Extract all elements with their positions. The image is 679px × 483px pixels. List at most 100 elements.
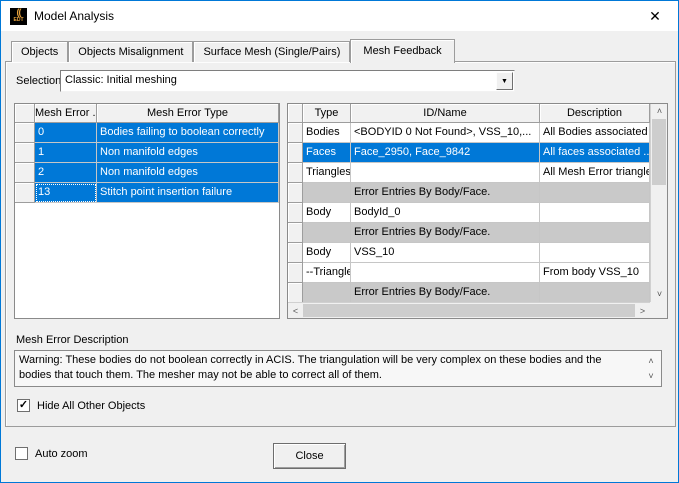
row-header-cell[interactable] <box>288 143 303 163</box>
row-header-cell[interactable] <box>288 243 303 263</box>
cell-mesh-error-number[interactable]: 1 <box>35 143 97 163</box>
horizontal-scrollbar[interactable]: ˂ ˃ <box>288 302 650 318</box>
cell-type[interactable]: Body <box>303 203 351 223</box>
row-header-cell[interactable] <box>288 203 303 223</box>
row-header-cell[interactable] <box>15 143 35 163</box>
cell-id-name[interactable]: Error Entries By Body/Face. <box>351 183 540 203</box>
cell-description[interactable]: All Bodies associated <box>540 123 650 143</box>
cell-mesh-error-type[interactable]: Stitch point insertion failure <box>97 183 279 203</box>
row-header-cell[interactable] <box>288 183 303 203</box>
cell-type[interactable]: Faces <box>303 143 351 163</box>
entity-row[interactable]: Bodies <BODYID 0 Not Found>, VSS_10,... … <box>288 123 650 143</box>
cell-id-name[interactable]: Error Entries By Body/Face. <box>351 223 540 243</box>
hide-all-other-objects-checkbox[interactable]: ✓ Hide All Other Objects <box>17 399 145 412</box>
tab-label: Mesh Feedback <box>363 45 442 57</box>
selection-combobox[interactable]: Classic: Initial meshing ▼ <box>60 70 515 92</box>
cell-id-name[interactable]: BodyId_0 <box>351 203 540 223</box>
tab-label: Objects Misalignment <box>78 46 184 58</box>
cell-description[interactable] <box>540 223 650 243</box>
auto-zoom-checkbox[interactable]: Auto zoom <box>15 447 88 460</box>
cell-id-name[interactable]: Face_2950, Face_9842 <box>351 143 540 163</box>
entity-row[interactable]: Faces Face_2950, Face_9842 All faces ass… <box>288 143 650 163</box>
chevron-down-icon: ▼ <box>501 77 508 85</box>
entity-rows: Bodies <BODYID 0 Not Found>, VSS_10,... … <box>288 123 650 302</box>
cell-description[interactable] <box>540 203 650 223</box>
cell-description[interactable]: From body VSS_10 <box>540 263 650 283</box>
cell-type[interactable]: --Triangles <box>303 263 351 283</box>
scroll-up-icon[interactable]: ˄ <box>643 354 659 368</box>
scroll-down-icon[interactable]: ˅ <box>643 369 659 383</box>
scroll-up-icon[interactable]: ˄ <box>651 104 667 119</box>
row-header-cell[interactable] <box>15 163 35 183</box>
mesh-error-row[interactable]: 2 Non manifold edges <box>15 163 279 183</box>
row-header-cell[interactable] <box>288 123 303 143</box>
entity-row[interactable]: Error Entries By Body/Face. <box>288 183 650 203</box>
column-header-description[interactable]: Description <box>540 104 650 123</box>
row-header-cell[interactable] <box>288 263 303 283</box>
cell-description[interactable] <box>540 283 650 302</box>
window-close-button[interactable]: ✕ <box>632 1 678 31</box>
horizontal-scroll-thumb[interactable] <box>303 304 635 317</box>
row-header-cell[interactable] <box>15 183 35 203</box>
column-header-id-name[interactable]: ID/Name <box>351 104 540 123</box>
row-header-cell[interactable] <box>288 223 303 243</box>
entity-row[interactable]: --Triangles From body VSS_10 <box>288 263 650 283</box>
corner-cell <box>288 104 303 123</box>
scroll-down-icon[interactable]: ˅ <box>651 287 667 302</box>
cell-type[interactable] <box>303 283 351 302</box>
cell-id-name[interactable]: VSS_10 <box>351 243 540 263</box>
tab[interactable]: Objects Misalignment <box>68 41 194 62</box>
checkbox-box[interactable]: ✓ <box>17 399 30 412</box>
close-button-label: Close <box>295 450 324 462</box>
entity-row[interactable]: Triangles All Mesh Error triangle. <box>288 163 650 183</box>
cell-mesh-error-number[interactable]: 0 <box>35 123 97 143</box>
cell-description[interactable] <box>540 183 650 203</box>
mesh-error-row[interactable]: 13 Stitch point insertion failure <box>15 183 279 203</box>
cell-type[interactable]: Body <box>303 243 351 263</box>
description-scrollbar[interactable]: ˄ ˅ <box>643 352 659 385</box>
row-header-cell[interactable] <box>15 123 35 143</box>
cell-id-name[interactable] <box>351 163 540 183</box>
entity-row[interactable]: Body BodyId_0 <box>288 203 650 223</box>
cell-type[interactable] <box>303 183 351 203</box>
cell-type[interactable] <box>303 223 351 243</box>
vertical-scroll-thumb[interactable] <box>652 119 666 185</box>
cell-id-name[interactable]: Error Entries By Body/Face. <box>351 283 540 302</box>
tab[interactable]: Surface Mesh (Single/Pairs) <box>193 41 351 62</box>
scrollbar-corner <box>650 302 667 318</box>
row-header-cell[interactable] <box>288 163 303 183</box>
tab[interactable]: Objects <box>11 41 69 62</box>
cell-mesh-error-number[interactable]: 13 <box>35 183 97 203</box>
column-header-mesh-error-type[interactable]: Mesh Error Type <box>97 104 279 123</box>
entity-row[interactable]: Error Entries By Body/Face. <box>288 223 650 243</box>
scroll-right-icon[interactable]: ˃ <box>635 303 650 318</box>
cell-id-name[interactable]: <BODYID 0 Not Found>, VSS_10,... <box>351 123 540 143</box>
cell-id-name[interactable] <box>351 263 540 283</box>
entity-row[interactable]: Error Entries By Body/Face. <box>288 283 650 302</box>
cell-description[interactable] <box>540 243 650 263</box>
app-icon: (( EDT <box>10 7 27 25</box>
column-header-mesh-error[interactable]: Mesh Error ... <box>35 104 97 123</box>
cell-description[interactable]: All faces associated .. <box>540 143 650 163</box>
cell-mesh-error-number[interactable]: 2 <box>35 163 97 183</box>
cell-type[interactable]: Triangles <box>303 163 351 183</box>
checkbox-box[interactable] <box>15 447 28 460</box>
combobox-dropdown-button[interactable]: ▼ <box>496 72 513 90</box>
row-header-cell[interactable] <box>288 283 303 302</box>
cell-type[interactable]: Bodies <box>303 123 351 143</box>
cell-mesh-error-type[interactable]: Non manifold edges <box>97 143 279 163</box>
cell-mesh-error-type[interactable]: Bodies failing to boolean correctly <box>97 123 279 143</box>
cell-description[interactable]: All Mesh Error triangle. <box>540 163 650 183</box>
mesh-error-row[interactable]: 1 Non manifold edges <box>15 143 279 163</box>
mesh-error-row[interactable]: 0 Bodies failing to boolean correctly <box>15 123 279 143</box>
scroll-left-icon[interactable]: ˂ <box>288 303 303 318</box>
mesh-error-rows: 0 Bodies failing to boolean correctly 1 … <box>15 123 279 203</box>
tab[interactable]: Mesh Feedback <box>350 39 455 63</box>
column-header-type[interactable]: Type <box>303 104 351 123</box>
tab-label: Surface Mesh (Single/Pairs) <box>203 46 341 58</box>
window-title: Model Analysis <box>34 9 115 23</box>
vertical-scrollbar[interactable]: ˄ ˅ <box>650 104 667 302</box>
entity-row[interactable]: Body VSS_10 <box>288 243 650 263</box>
cell-mesh-error-type[interactable]: Non manifold edges <box>97 163 279 183</box>
close-button[interactable]: Close <box>273 443 346 469</box>
